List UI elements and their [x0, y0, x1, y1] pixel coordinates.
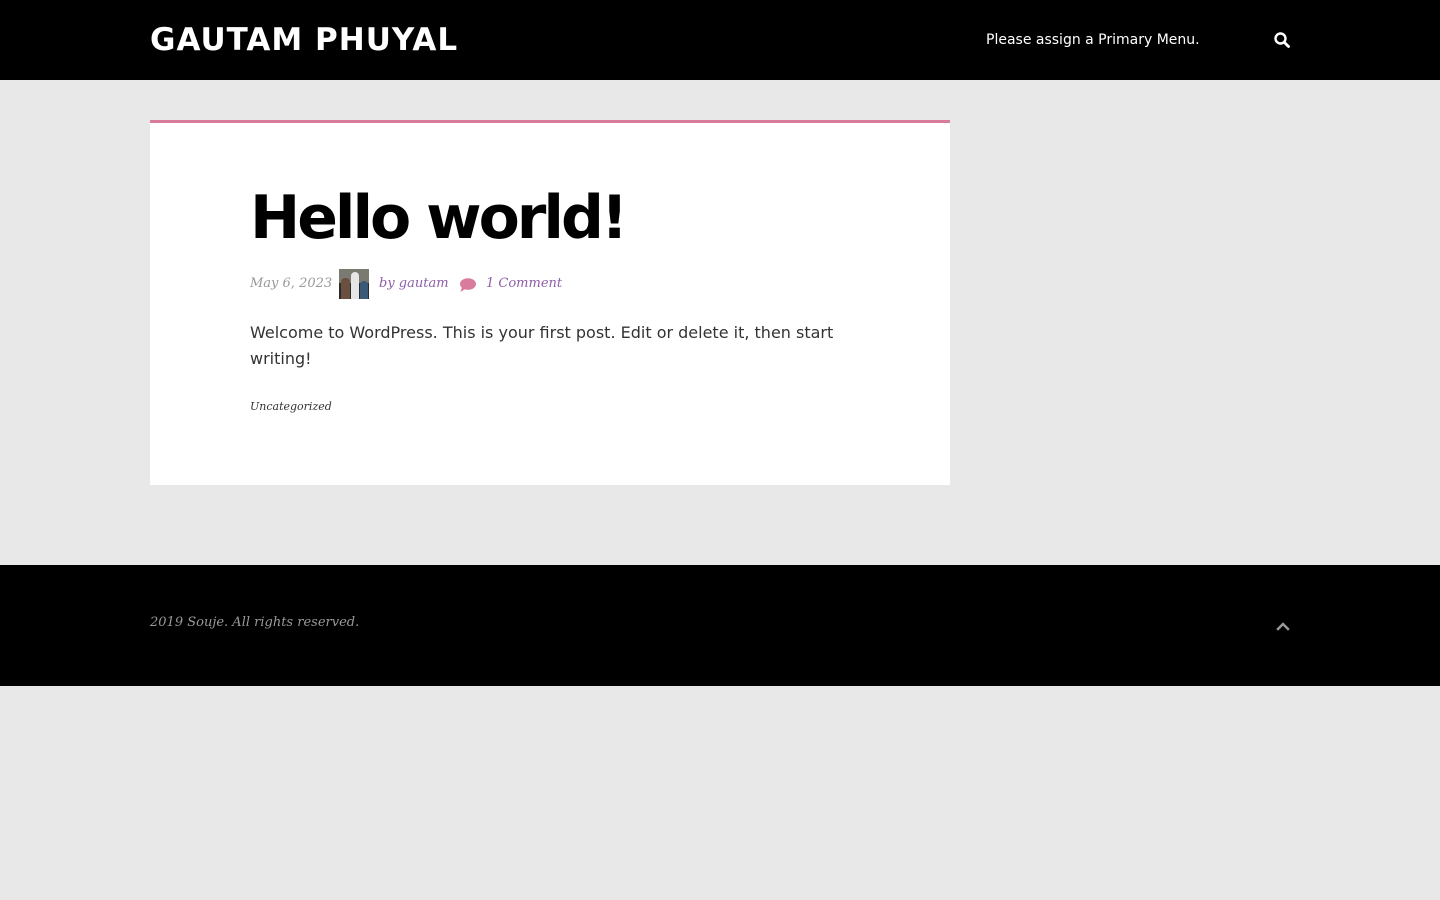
primary-menu-notice[interactable]: Please assign a Primary Menu. [986, 30, 1200, 50]
post-author-link[interactable]: by gautam [379, 276, 449, 291]
avatar[interactable] [339, 269, 369, 299]
post-title[interactable]: Hello world! [250, 183, 870, 253]
post-meta: May 6, 2023 by gautam 1 Comment [250, 269, 850, 299]
site-footer: 2019 Souje. All rights reserved. [0, 565, 1440, 686]
copyright-text: 2019 Souje. All rights reserved. [150, 615, 360, 630]
chevron-up-icon[interactable] [1275, 618, 1291, 634]
comments-link[interactable]: 1 Comment [486, 276, 562, 291]
post-date[interactable]: May 6, 2023 [250, 276, 332, 291]
post-card: Hello world! May 6, 2023 by gautam 1 Com… [150, 120, 950, 485]
search-icon[interactable] [1272, 30, 1292, 50]
site-title[interactable]: GAUTAM PHUYAL [150, 20, 458, 60]
comment-icon[interactable] [459, 277, 477, 293]
site-header: GAUTAM PHUYAL Please assign a Primary Me… [0, 0, 1440, 80]
post-category-link[interactable]: Uncategorized [250, 400, 332, 413]
post-excerpt: Welcome to WordPress. This is your first… [250, 323, 834, 368]
